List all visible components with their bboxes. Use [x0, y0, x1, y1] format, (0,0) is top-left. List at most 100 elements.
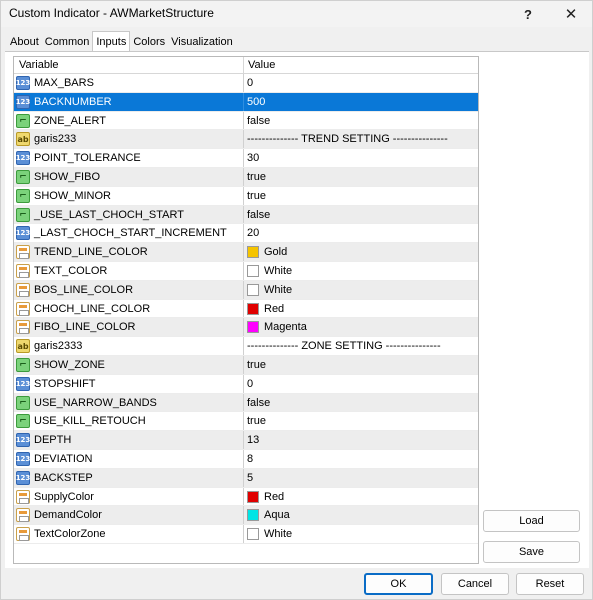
table-row[interactable]: ⌐ SHOW_MINOR true	[14, 186, 478, 206]
inputs-panel: Variable Value 123 MAX_BARS 0 123 BACKNUMBER…	[5, 51, 589, 568]
table-row[interactable]: 123 STOPSHIFT 0	[14, 374, 478, 394]
title-bar: Custom Indicator - AWMarketStructure ? ✕	[1, 1, 592, 27]
variable-value[interactable]: false	[247, 209, 270, 221]
table-row[interactable]: ab garis2333 -------------- ZONE SETTING -…	[14, 337, 478, 356]
table-row[interactable]: ⌐ USE_KILL_RETOUCH true	[14, 412, 478, 432]
color-swatch[interactable]	[247, 528, 259, 541]
table-row[interactable]: BOS_LINE_COLOR White	[14, 280, 478, 300]
tab-visualization[interactable]: Visualization	[168, 33, 236, 51]
table-row[interactable]: ⌐ _USE_LAST_CHOCH_START false	[14, 205, 478, 225]
cell-divider	[243, 412, 244, 431]
table-row[interactable]: ⌐ USE_NARROW_BANDS false	[14, 393, 478, 413]
table-row[interactable]: ⌐ SHOW_ZONE true	[14, 355, 478, 375]
tab-about[interactable]: About	[7, 33, 42, 51]
table-row[interactable]: ab garis233 -------------- TREND SETTING -…	[14, 130, 478, 150]
table-row[interactable]: 123 BACKNUMBER 500	[14, 92, 478, 112]
variable-value[interactable]: false	[247, 115, 270, 127]
variable-value[interactable]: -------------- ZONE SETTING ------------…	[247, 340, 441, 352]
variable-value[interactable]: Red	[264, 303, 284, 315]
variable-name: BACKSTEP	[34, 471, 93, 484]
table-row[interactable]: ⌐ ZONE_ALERT false	[14, 111, 478, 131]
save-button[interactable]: Save	[483, 541, 580, 563]
tab-inputs[interactable]: Inputs	[92, 31, 131, 51]
reset-button[interactable]: Reset	[516, 573, 584, 595]
boolean-type-icon: ⌐	[16, 207, 30, 222]
column-divider[interactable]	[243, 57, 244, 74]
cancel-button[interactable]: Cancel	[441, 573, 509, 595]
dialog-window: Custom Indicator - AWMarketStructure ? ✕…	[0, 0, 593, 600]
variable-value[interactable]: 20	[247, 227, 259, 239]
variable-value[interactable]: true	[247, 415, 266, 427]
variable-name: garis233	[34, 133, 77, 146]
color-swatch[interactable]	[247, 283, 259, 296]
cell-divider	[243, 92, 244, 111]
table-row[interactable]: 123 DEVIATION 8	[14, 449, 478, 469]
boolean-type-icon: ⌐	[16, 188, 30, 203]
table-row[interactable]: 123 DEPTH 13	[14, 431, 478, 450]
variable-value[interactable]: 500	[247, 96, 265, 108]
tab-colors[interactable]: Colors	[130, 33, 168, 51]
color-swatch[interactable]	[247, 302, 259, 315]
variable-name: DEVIATION	[34, 452, 93, 465]
ok-button[interactable]: OK	[364, 573, 433, 595]
cell-divider	[243, 374, 244, 393]
boolean-type-icon: ⌐	[16, 357, 30, 372]
color-swatch[interactable]	[247, 490, 259, 503]
variable-value[interactable]: White	[264, 528, 292, 540]
table-row[interactable]: CHOCH_LINE_COLOR Red	[14, 299, 478, 319]
color-swatch[interactable]	[247, 246, 259, 259]
variable-name: SHOW_ZONE	[34, 358, 105, 371]
column-header-value[interactable]: Value	[248, 59, 275, 71]
table-row[interactable]: TREND_LINE_COLOR Gold	[14, 243, 478, 262]
variable-value[interactable]: 0	[247, 378, 253, 390]
table-row[interactable]: FIBO_LINE_COLOR Magenta	[14, 318, 478, 338]
table-row[interactable]: 123 BACKSTEP 5	[14, 468, 478, 488]
load-button[interactable]: Load	[483, 510, 580, 532]
variable-name: USE_KILL_RETOUCH	[34, 415, 146, 428]
color-swatch[interactable]	[247, 321, 259, 334]
variable-value[interactable]: Red	[264, 491, 284, 503]
variable-value[interactable]: 8	[247, 453, 253, 465]
table-row[interactable]: TextColorZone White	[14, 525, 478, 544]
string-type-icon: ab	[16, 339, 30, 354]
boolean-type-icon: ⌐	[16, 113, 30, 128]
table-row[interactable]: 123 POINT_TOLERANCE 30	[14, 149, 478, 168]
variable-value[interactable]: 13	[247, 434, 259, 446]
column-header-variable[interactable]: Variable	[19, 59, 59, 71]
variable-value[interactable]: true	[247, 359, 266, 371]
color-swatch[interactable]	[247, 264, 259, 277]
variable-value[interactable]: 5	[247, 472, 253, 484]
color-swatch[interactable]	[247, 509, 259, 522]
variable-name: POINT_TOLERANCE	[34, 152, 141, 165]
variable-name: BACKNUMBER	[34, 95, 112, 108]
color-type-icon	[16, 282, 30, 297]
table-row[interactable]: SupplyColor Red	[14, 487, 478, 507]
table-row[interactable]: 123 MAX_BARS 0	[14, 74, 478, 93]
variable-value[interactable]: White	[264, 284, 292, 296]
color-type-icon	[16, 263, 30, 278]
variable-value[interactable]: 30	[247, 152, 259, 164]
variable-value[interactable]: -------------- TREND SETTING -----------…	[247, 133, 448, 145]
help-button[interactable]: ?	[506, 1, 550, 27]
close-button[interactable]: ✕	[549, 1, 593, 27]
table-row[interactable]: TEXT_COLOR White	[14, 261, 478, 281]
variable-value[interactable]: true	[247, 190, 266, 202]
variable-value[interactable]: Aqua	[264, 509, 290, 521]
variable-value[interactable]: Gold	[264, 246, 287, 258]
cell-divider	[243, 167, 244, 186]
variable-value[interactable]: true	[247, 171, 266, 183]
inputs-grid: Variable Value 123 MAX_BARS 0 123 BACKNUMBER…	[13, 56, 479, 564]
table-row[interactable]: 123 _LAST_CHOCH_START_INCREMENT 20	[14, 224, 478, 244]
cell-divider	[243, 318, 244, 337]
variable-value[interactable]: 0	[247, 77, 253, 89]
variable-name: FIBO_LINE_COLOR	[34, 321, 136, 334]
table-row[interactable]: DemandColor Aqua	[14, 506, 478, 526]
cell-divider	[243, 243, 244, 261]
cell-divider	[243, 468, 244, 487]
cell-divider	[243, 149, 244, 167]
tab-common[interactable]: Common	[42, 33, 93, 51]
variable-value[interactable]: White	[264, 265, 292, 277]
variable-value[interactable]: Magenta	[264, 321, 307, 333]
table-row[interactable]: ⌐ SHOW_FIBO true	[14, 167, 478, 187]
variable-value[interactable]: false	[247, 397, 270, 409]
